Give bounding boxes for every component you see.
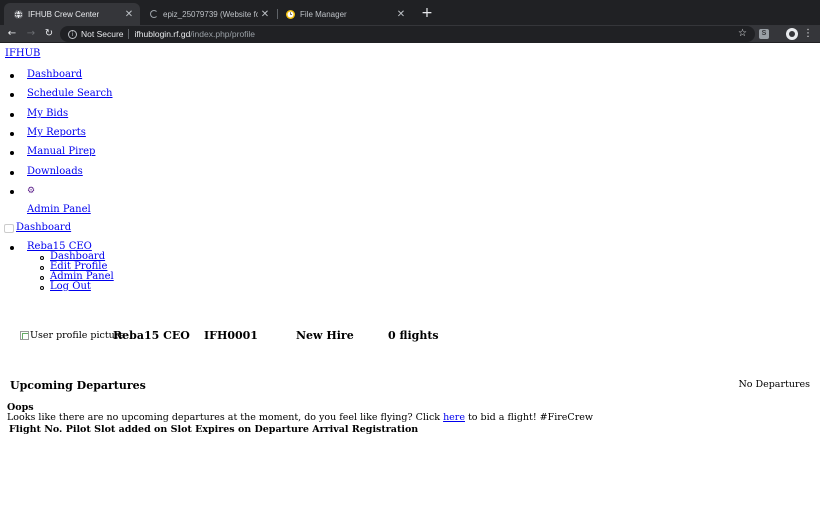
bookmark-star-icon[interactable]: ☆: [738, 28, 747, 39]
col-slot-expires: Slot Expires on: [170, 424, 252, 435]
nav-downloads[interactable]: Downloads: [27, 166, 83, 177]
close-tab-icon[interactable]: ✕: [394, 9, 408, 20]
nav-schedule-search[interactable]: Schedule Search: [27, 88, 113, 99]
list-bullet: [10, 171, 14, 175]
browser-menu-icon[interactable]: ⋮: [803, 26, 813, 42]
list-bullet: [40, 276, 44, 280]
message-text: Looks like there are no upcoming departu…: [7, 412, 444, 423]
list-bullet: [40, 286, 44, 290]
tab-title: IFHUB Crew Center: [28, 9, 100, 19]
brand-link[interactable]: IFHUB: [5, 48, 40, 59]
departures-table-header: Flight No. Pilot Slot added on Slot Expi…: [9, 424, 418, 435]
browser-tab-strip: IFHUB Crew Center ✕ epiz_25079739 (Websi…: [0, 0, 820, 25]
address-divider: [127, 29, 129, 39]
broken-image-icon: [20, 331, 29, 340]
profile-name: Reba15 CEO: [113, 329, 190, 342]
new-tab-button[interactable]: +: [420, 5, 434, 21]
list-bullet: [40, 266, 44, 270]
flight-count: 0 flights: [388, 329, 439, 342]
address-host: ifhublogin.rf.gd: [134, 29, 191, 39]
departures-status: No Departures: [738, 379, 810, 390]
pilot-id: IFH0001: [204, 329, 258, 342]
col-flight-no: Flight No.: [9, 424, 63, 435]
list-bullet: [10, 113, 14, 117]
reload-icon[interactable]: ↻: [42, 26, 56, 42]
list-bullet: [10, 151, 14, 155]
page-content: IFHUB Dashboard Schedule Search My Bids …: [0, 44, 820, 512]
address-path: /index.php/profile: [190, 29, 256, 39]
loading-icon: [150, 10, 158, 18]
security-status: Not Secure: [81, 29, 124, 39]
browser-toolbar: ← → ↻ i Not Secure ifhublogin.rf.gd/inde…: [0, 25, 820, 43]
list-bullet: [10, 132, 14, 136]
dashboard-link[interactable]: Dashboard: [16, 222, 71, 233]
no-departures-message: Looks like there are no upcoming departu…: [7, 412, 593, 423]
col-arrival: Arrival: [312, 424, 349, 435]
profile-avatar-icon[interactable]: [786, 28, 798, 40]
message-text-end: to bid a flight! #FireCrew: [464, 412, 593, 423]
col-registration: Registration: [351, 424, 419, 435]
list-bullet: [40, 256, 44, 260]
col-pilot: Pilot: [65, 424, 91, 435]
pilot-rank: New Hire: [296, 329, 354, 342]
list-bullet: [10, 246, 14, 250]
profile-picture-alt: User profile picture: [30, 330, 125, 341]
user-profile-picture: User profile picture: [20, 330, 125, 341]
back-arrow-icon[interactable]: ←: [5, 26, 19, 42]
tab-title: File Manager: [300, 9, 347, 19]
list-bullet: [10, 190, 14, 194]
col-departure: Departure: [254, 424, 309, 435]
tab-epiz-website[interactable]: epiz_25079739 (Website for ifhu ✕: [140, 3, 276, 25]
nav-dashboard[interactable]: Dashboard: [27, 69, 82, 80]
nav-manual-pirep[interactable]: Manual Pirep: [27, 146, 95, 157]
nav-my-bids[interactable]: My Bids: [27, 108, 68, 119]
extension-icon[interactable]: S: [759, 29, 769, 39]
list-bullet: [10, 74, 14, 78]
nav-admin-panel[interactable]: Admin Panel: [27, 204, 91, 215]
upcoming-departures-title: Upcoming Departures: [10, 379, 146, 392]
nav-my-reports[interactable]: My Reports: [27, 127, 86, 138]
bid-flight-link[interactable]: here: [443, 412, 465, 423]
tab-file-manager[interactable]: File Manager ✕: [276, 3, 412, 25]
col-slot-added: Slot added on: [94, 424, 168, 435]
list-bullet: [10, 93, 14, 97]
gear-icon[interactable]: ⚙: [27, 186, 35, 196]
clock-icon: [286, 9, 295, 19]
forward-arrow-icon[interactable]: →: [24, 26, 38, 42]
user-menu-log-out[interactable]: Log Out: [50, 281, 91, 292]
close-tab-icon[interactable]: ✕: [258, 9, 272, 20]
tab-ifhub-crew-center[interactable]: IFHUB Crew Center ✕: [4, 3, 140, 25]
address-bar[interactable]: i Not Secure ifhublogin.rf.gd/index.php/…: [60, 26, 755, 42]
tab-title: epiz_25079739 (Website for ifhu: [163, 9, 258, 19]
info-icon[interactable]: i: [68, 29, 77, 39]
globe-icon: [14, 9, 23, 19]
close-tab-icon[interactable]: ✕: [122, 9, 136, 20]
toggle-checkbox[interactable]: [4, 224, 14, 233]
